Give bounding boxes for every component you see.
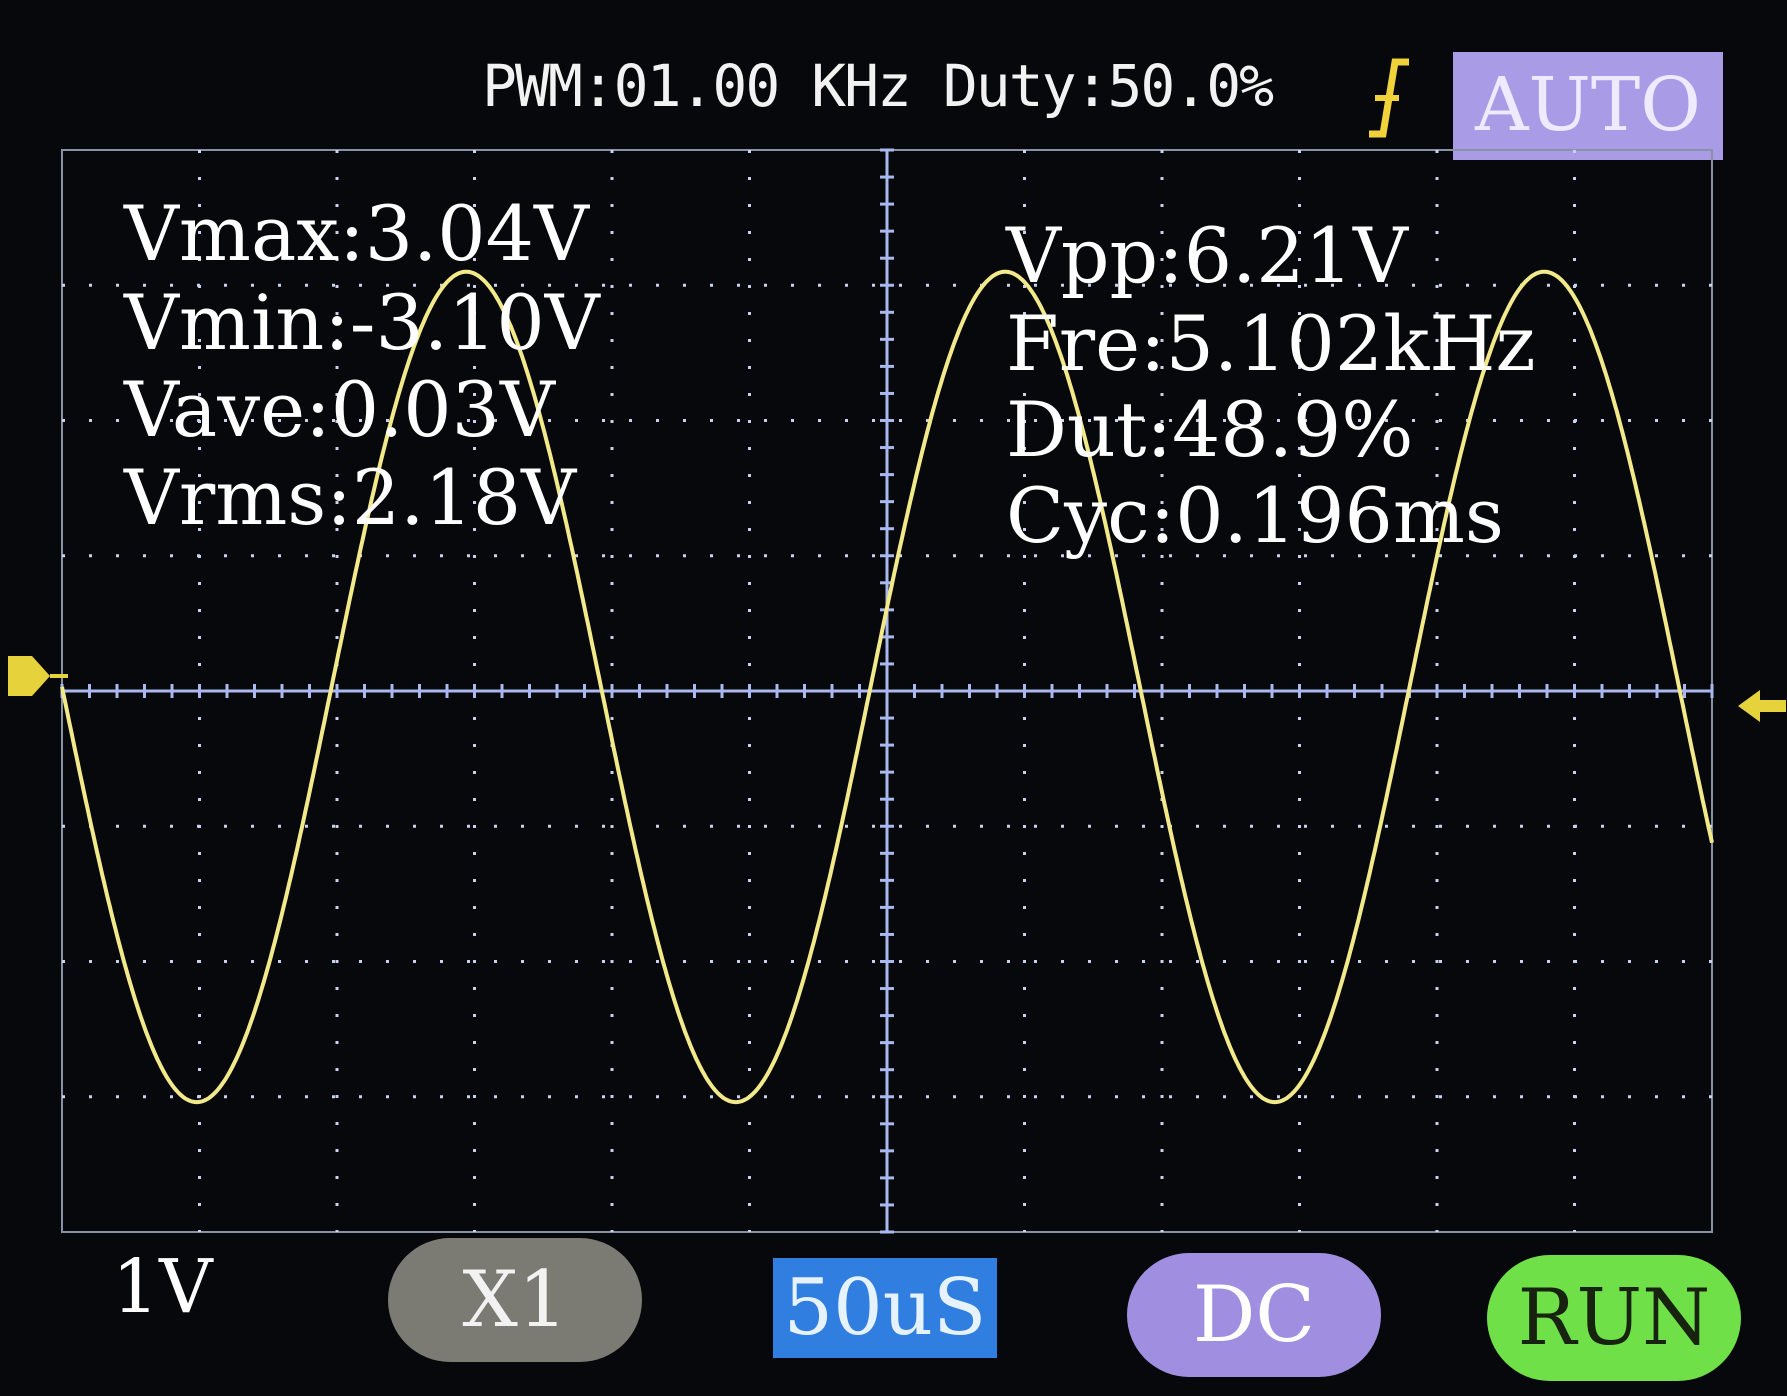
vmin-readout: Vmin:-3.10V <box>124 278 600 367</box>
vmax-readout: Vmax:3.04V <box>124 189 589 278</box>
frequency-readout: Fre:5.102kHz <box>1006 299 1536 388</box>
duty-readout: Dut:48.9% <box>1006 385 1414 474</box>
vave-readout: Vave:0.03V <box>124 365 555 454</box>
vpp-readout: Vpp:6.21V <box>1006 211 1408 300</box>
cycle-readout: Cyc:0.196ms <box>1006 471 1504 560</box>
trigger-level-marker-icon[interactable] <box>1738 690 1786 722</box>
timebase-button[interactable]: 50uS <box>773 1258 997 1358</box>
run-stop-button[interactable]: RUN <box>1487 1255 1741 1381</box>
volts-per-div-label[interactable]: 1V <box>112 1244 213 1330</box>
coupling-button[interactable]: DC <box>1127 1253 1381 1377</box>
ground-level-marker-icon[interactable] <box>8 656 68 696</box>
probe-multiplier-button[interactable]: X1 <box>388 1238 642 1362</box>
oscilloscope-screen: PWM:01.00 KHz Duty:50.0% AUTO Vmax:3.04V… <box>0 0 1787 1396</box>
vrms-readout: Vrms:2.18V <box>124 453 576 542</box>
